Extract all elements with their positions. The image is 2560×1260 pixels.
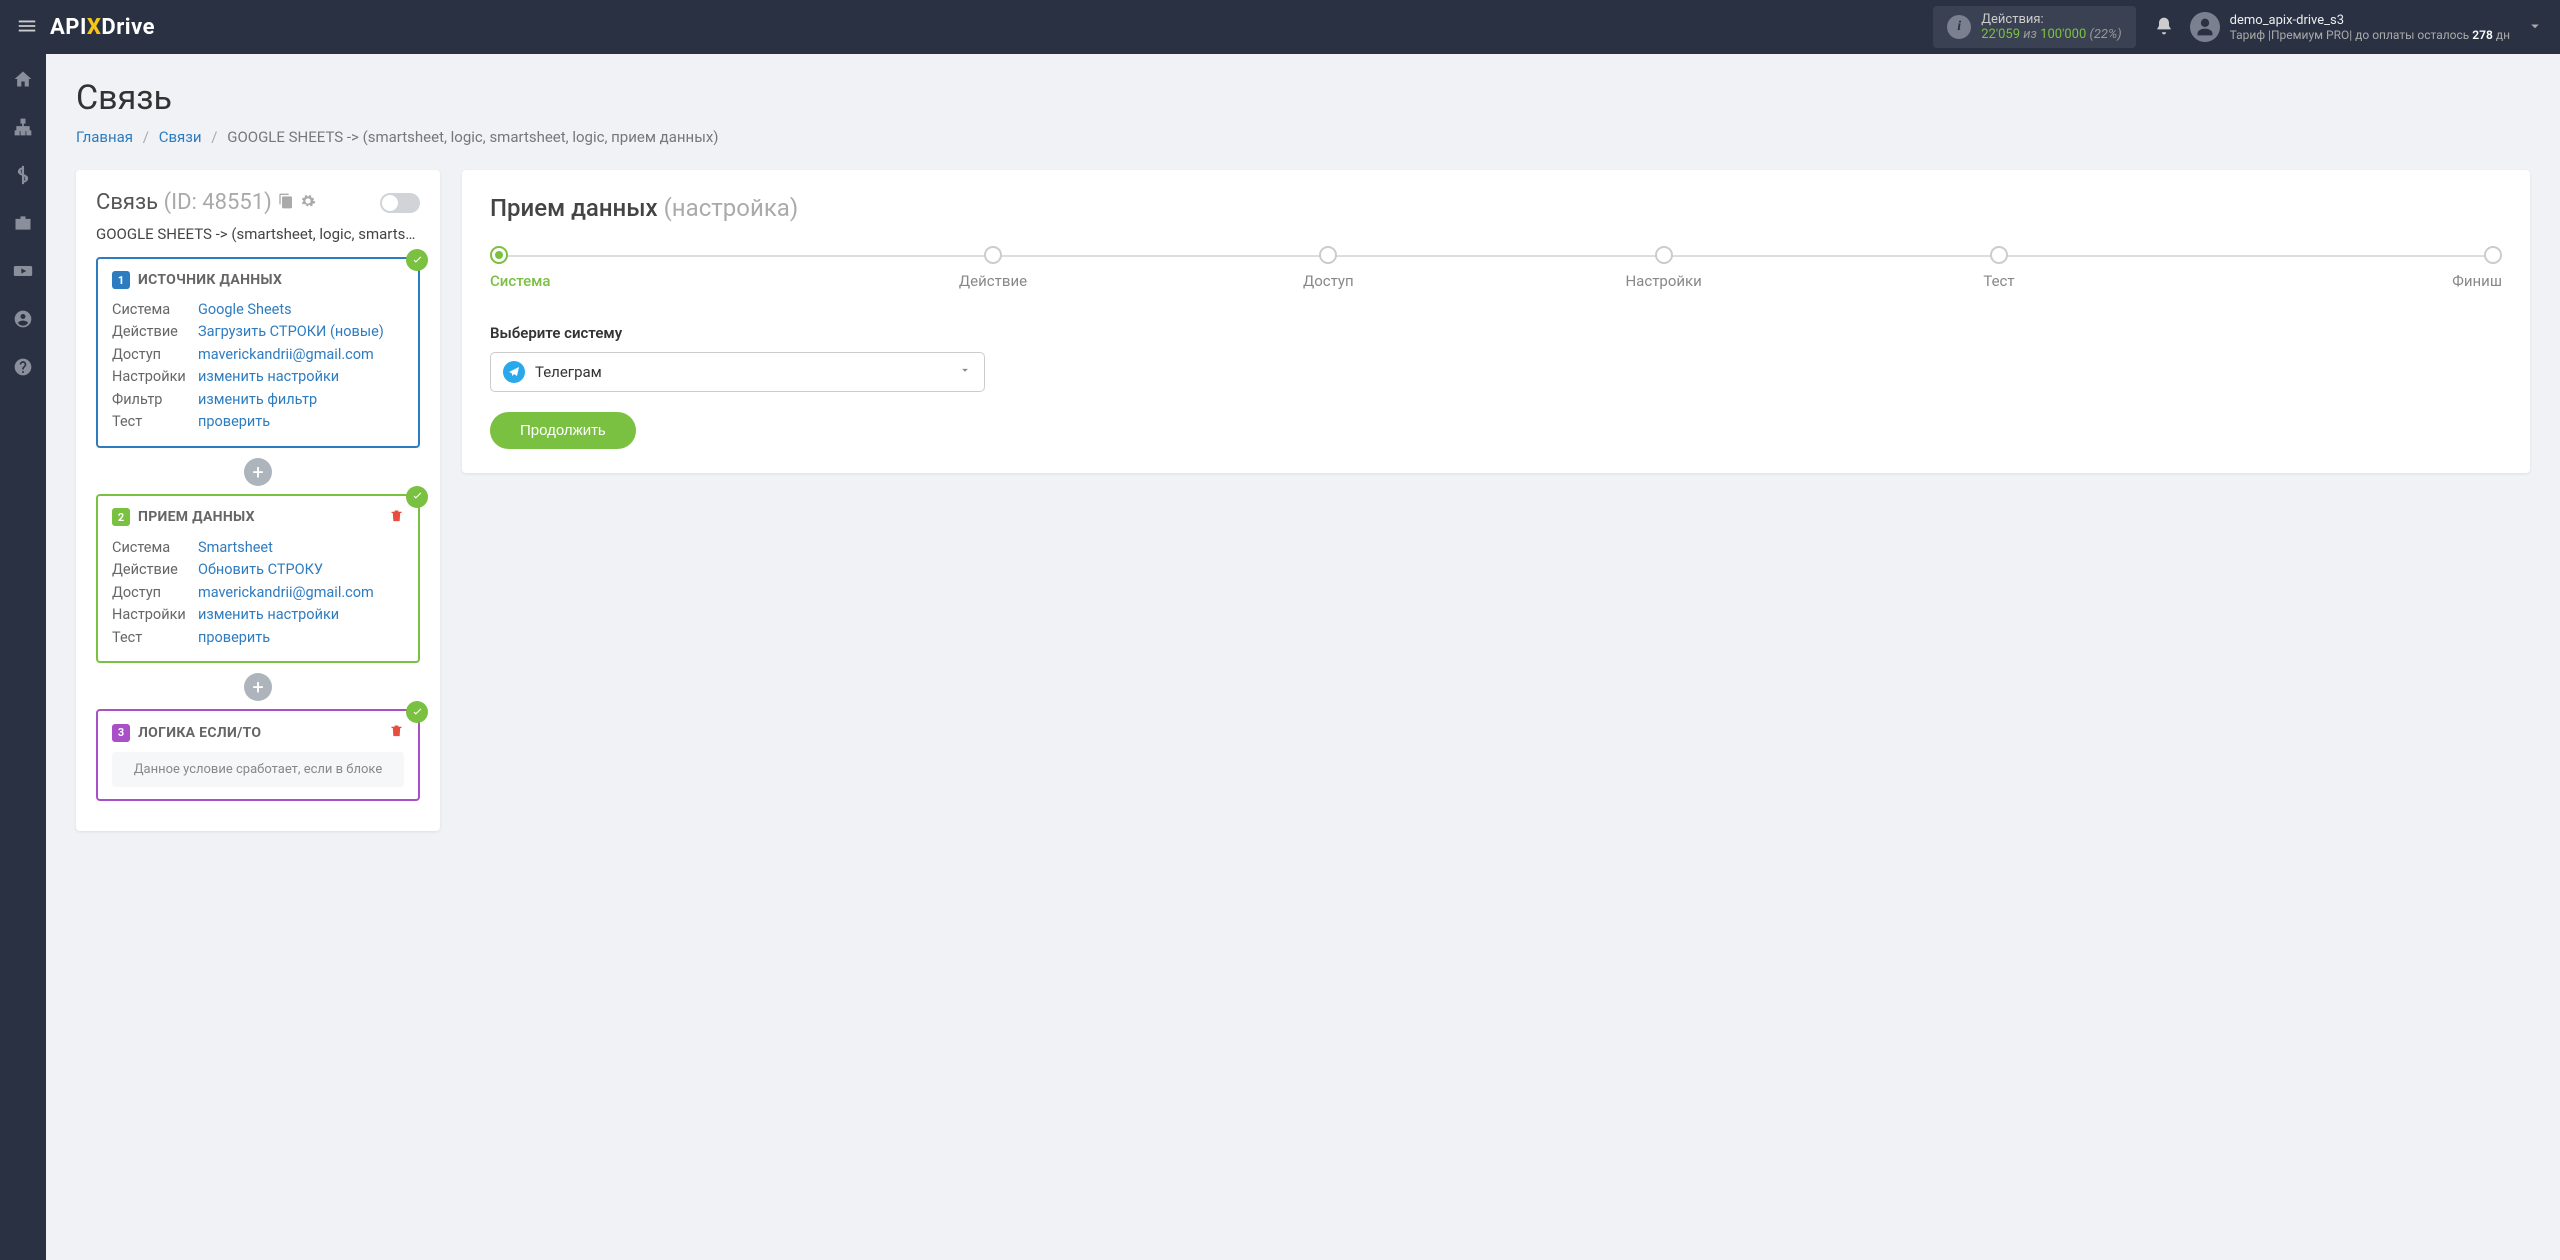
dollar-icon [13, 165, 33, 185]
continue-button[interactable]: Продолжить [490, 412, 636, 449]
source-test-link[interactable]: проверить [198, 411, 270, 433]
notifications-button[interactable] [2154, 16, 2174, 39]
source-system-link[interactable]: Google Sheets [198, 299, 292, 321]
user-menu[interactable]: demo_apix-drive_s3 Тариф |Премиум PRO| д… [2190, 12, 2510, 42]
source-access-link[interactable]: maverickandrii@gmail.com [198, 344, 374, 366]
trash-icon [389, 508, 404, 523]
avatar [2190, 12, 2220, 42]
block-number: 2 [112, 508, 130, 526]
copy-icon [278, 193, 294, 209]
dest-settings-link[interactable]: изменить настройки [198, 604, 339, 626]
stepper: Система Действие Доступ Настройки Тест Ф… [490, 246, 2502, 290]
connection-title: Связь (ID: 48551) [96, 190, 272, 215]
sidebar-item-billing[interactable] [8, 160, 38, 190]
app-header: APIXDrive i Действия: 22'059 из 100'000 … [0, 0, 2560, 54]
block-title: ЛОГИКА ЕСЛИ/ТО [138, 725, 261, 741]
chevron-down-icon [2526, 17, 2544, 35]
copy-button[interactable] [278, 193, 294, 213]
source-block: 1 ИСТОЧНИК ДАННЫХ СистемаGoogle Sheets Д… [96, 257, 420, 448]
connection-subtitle: GOOGLE SHEETS -> (smartsheet, logic, sma… [96, 225, 420, 243]
gear-icon [300, 193, 316, 209]
step-access[interactable]: Доступ [1161, 246, 1496, 290]
delete-block-button[interactable] [389, 723, 404, 742]
logo: APIXDrive [50, 15, 155, 40]
block-number: 1 [112, 271, 130, 289]
sidebar-item-work[interactable] [8, 208, 38, 238]
delete-block-button[interactable] [389, 508, 404, 527]
check-badge [406, 701, 428, 723]
block-title: ПРИЕМ ДАННЫХ [138, 509, 255, 525]
select-system-label: Выберите систему [490, 324, 2502, 342]
dest-action-link[interactable]: Обновить СТРОКУ [198, 559, 323, 581]
logo-text-prefix: API [50, 15, 87, 40]
user-name: demo_apix-drive_s3 [2230, 13, 2510, 28]
check-badge [406, 249, 428, 271]
sidebar-item-account[interactable] [8, 304, 38, 334]
page-title: Связь [76, 78, 2530, 118]
step-test[interactable]: Тест [1831, 246, 2166, 290]
check-icon [411, 254, 424, 267]
sidebar-item-connections[interactable] [8, 112, 38, 142]
logic-note: Данное условие сработает, если в блоке [112, 752, 404, 787]
telegram-icon [503, 361, 525, 383]
block-title: ИСТОЧНИК ДАННЫХ [138, 272, 282, 288]
hamburger-icon [16, 15, 38, 37]
info-icon: i [1947, 15, 1971, 39]
dest-access-link[interactable]: maverickandrii@gmail.com [198, 582, 374, 604]
step-settings[interactable]: Настройки [1496, 246, 1831, 290]
user-icon [2195, 17, 2215, 37]
block-number: 3 [112, 724, 130, 742]
dest-system-link[interactable]: Smartsheet [198, 537, 273, 559]
source-settings-link[interactable]: изменить настройки [198, 366, 339, 388]
sidebar-item-video[interactable] [8, 256, 38, 286]
add-block-button[interactable]: + [244, 673, 272, 701]
home-icon [13, 69, 33, 89]
actions-counter[interactable]: i Действия: 22'059 из 100'000 (22%) [1933, 6, 2135, 48]
destination-block: 2 ПРИЕМ ДАННЫХ СистемаSmartsheet Действи… [96, 494, 420, 663]
check-icon [411, 706, 424, 719]
briefcase-icon [13, 213, 33, 233]
logo-text-suffix: Drive [101, 15, 155, 40]
config-title: Прием данных (настройка) [490, 194, 2502, 222]
chevron-down-icon [958, 363, 972, 381]
logo-x: X [87, 15, 102, 40]
check-icon [411, 490, 424, 503]
youtube-icon [13, 261, 33, 281]
breadcrumb-links[interactable]: Связи [159, 128, 202, 146]
step-finish[interactable]: Финиш [2167, 246, 2502, 290]
user-circle-icon [13, 309, 33, 329]
settings-button[interactable] [300, 193, 316, 213]
main-content: Связь Главная / Связи / GOOGLE SHEETS ->… [46, 54, 2560, 1260]
menu-button[interactable] [16, 15, 38, 40]
config-panel: Прием данных (настройка) Система Действи… [462, 170, 2530, 473]
help-icon [13, 357, 33, 377]
dest-test-link[interactable]: проверить [198, 627, 270, 649]
logic-block: 3 ЛОГИКА ЕСЛИ/ТО Данное условие сработае… [96, 709, 420, 801]
breadcrumb-home[interactable]: Главная [76, 128, 133, 146]
sitemap-icon [13, 117, 33, 137]
source-filter-link[interactable]: изменить фильтр [198, 389, 317, 411]
breadcrumb: Главная / Связи / GOOGLE SHEETS -> (smar… [76, 128, 2530, 146]
connection-panel: Связь (ID: 48551) GOOGLE SHEETS -> (smar… [76, 170, 440, 831]
step-action[interactable]: Действие [825, 246, 1160, 290]
actions-label: Действия: [1981, 12, 2121, 27]
breadcrumb-current: GOOGLE SHEETS -> (smartsheet, logic, sma… [227, 128, 718, 146]
user-dropdown-toggle[interactable] [2526, 17, 2544, 38]
select-value: Телеграм [535, 363, 958, 381]
actions-value: 22'059 из 100'000 (22%) [1981, 27, 2121, 42]
sidebar-item-help[interactable] [8, 352, 38, 382]
tariff-info: Тариф |Премиум PRO| до оплаты осталось 2… [2230, 28, 2510, 42]
sidebar [0, 54, 46, 1260]
add-block-button[interactable]: + [244, 458, 272, 486]
step-system[interactable]: Система [490, 246, 825, 290]
sidebar-item-home[interactable] [8, 64, 38, 94]
source-action-link[interactable]: Загрузить СТРОКИ (новые) [198, 321, 384, 343]
enable-toggle[interactable] [380, 193, 420, 213]
bell-icon [2154, 16, 2174, 36]
check-badge [406, 486, 428, 508]
system-select[interactable]: Телеграм [490, 352, 985, 392]
trash-icon [389, 723, 404, 738]
